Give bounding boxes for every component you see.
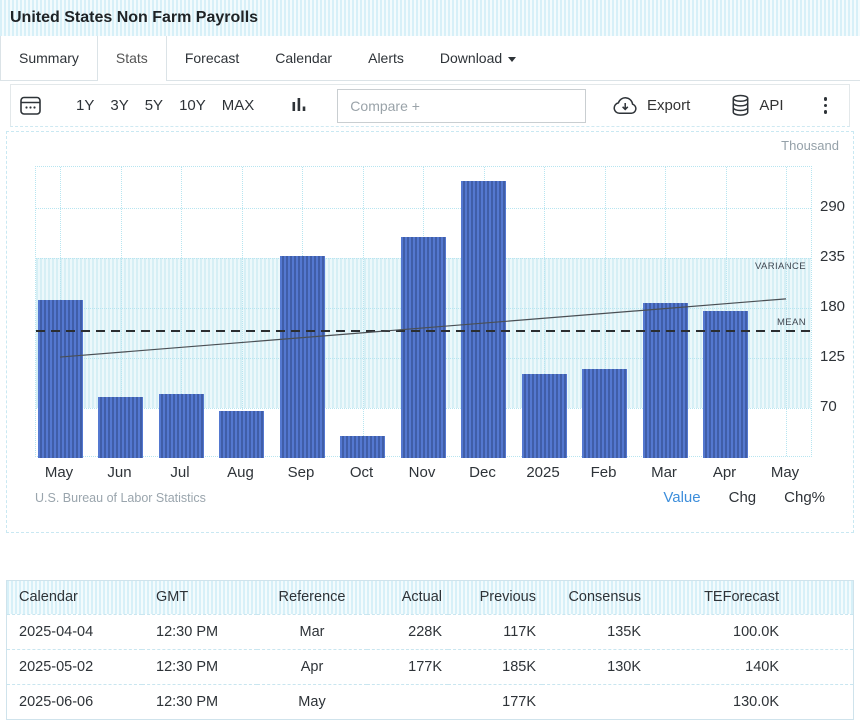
unit-label: Thousand	[781, 138, 839, 153]
calendar-button[interactable]	[19, 94, 42, 117]
table-cell: 130.0K	[647, 684, 853, 719]
table-cell: 177K	[448, 684, 542, 719]
table-header-row: CalendarGMTReferenceActualPreviousConsen…	[7, 581, 853, 614]
table-header-cell: Previous	[448, 581, 542, 614]
chart-plot-area: VARIANCEMEAN	[35, 166, 812, 457]
table-cell: 12:30 PM	[142, 649, 257, 684]
tab-alerts[interactable]: Alerts	[350, 36, 422, 81]
caret-down-icon	[508, 57, 516, 62]
database-icon	[730, 94, 751, 117]
table-cell: 2025-04-04	[7, 614, 142, 649]
table-header-cell: Calendar	[7, 581, 142, 614]
x-axis-label: Dec	[451, 464, 515, 481]
api-label: API	[759, 97, 783, 114]
tab-label: Download	[440, 50, 502, 66]
releases-table-card: CalendarGMTReferenceActualPreviousConsen…	[6, 580, 854, 720]
range-button-5y[interactable]: 5Y	[145, 97, 163, 114]
cloud-download-icon	[612, 96, 639, 115]
table-cell: 228K	[367, 614, 448, 649]
calendar-icon	[19, 94, 42, 117]
table-cell: 140K	[647, 649, 853, 684]
table-cell: 117K	[448, 614, 542, 649]
table-row: 2025-06-0612:30 PMMay 177K 130.0K	[7, 684, 853, 719]
mode-value[interactable]: Value	[663, 489, 700, 506]
chart-footer: U.S. Bureau of Labor Statistics Value Chg…	[35, 489, 825, 506]
table-cell: 130K	[542, 649, 647, 684]
range-button-1y[interactable]: 1Y	[76, 97, 94, 114]
chart-toolbar: 1Y 3Y 5Y 10Y MAX Export API	[10, 84, 850, 127]
table-cell: 100.0K	[647, 614, 853, 649]
api-button[interactable]: API	[730, 94, 783, 117]
mode-chg[interactable]: Chg	[729, 489, 757, 506]
table-cell: Mar	[257, 614, 367, 649]
x-axis-label: Feb	[572, 464, 636, 481]
chart-card: Thousand VARIANCEMEAN 70125180235290MayJ…	[6, 131, 854, 533]
table-cell: May	[257, 684, 367, 719]
page-title: United States Non Farm Payrolls	[0, 0, 860, 36]
table-cell: 185K	[448, 649, 542, 684]
table-header-cell: Reference	[257, 581, 367, 614]
table-cell: 2025-05-02	[7, 649, 142, 684]
tab-forecast[interactable]: Forecast	[167, 36, 257, 81]
x-axis-label: Apr	[693, 464, 757, 481]
x-axis-label: Jun	[88, 464, 152, 481]
x-axis-label: May	[27, 464, 91, 481]
chart-type-button[interactable]	[292, 97, 307, 114]
x-axis-label: Nov	[390, 464, 454, 481]
tab-stats[interactable]: Stats	[97, 36, 167, 81]
x-axis-label: Jul	[148, 464, 212, 481]
kebab-menu-icon	[824, 97, 828, 101]
table-cell: 135K	[542, 614, 647, 649]
x-axis-label: 2025	[511, 464, 575, 481]
tab-bar: Summary Stats Forecast Calendar Alerts Downlo…	[0, 36, 860, 81]
export-button[interactable]: Export	[612, 96, 690, 115]
x-axis-label: Oct	[330, 464, 394, 481]
y-axis-tick: 235	[820, 248, 845, 265]
table-cell: 2025-06-06	[7, 684, 142, 719]
compare-input[interactable]	[337, 89, 586, 123]
range-button-10y[interactable]: 10Y	[179, 97, 206, 114]
x-axis-label: Mar	[632, 464, 696, 481]
table-header-cell: GMT	[142, 581, 257, 614]
releases-table: CalendarGMTReferenceActualPreviousConsen…	[7, 581, 853, 719]
table-row: 2025-05-0212:30 PMApr177K185K130K140K	[7, 649, 853, 684]
y-axis-tick: 180	[820, 298, 845, 315]
tab-label: Calendar	[275, 50, 332, 66]
range-button-max[interactable]: MAX	[222, 97, 255, 114]
table-header-cell: TEForecast	[647, 581, 853, 614]
y-axis-tick: 70	[820, 398, 837, 415]
table-header-cell: Actual	[367, 581, 448, 614]
table-row: 2025-04-0412:30 PMMar228K117K135K100.0K	[7, 614, 853, 649]
table-header-cell: Consensus	[542, 581, 647, 614]
mode-switcher: Value Chg Chg%	[663, 489, 825, 506]
x-axis-label: Sep	[269, 464, 333, 481]
range-button-3y[interactable]: 3Y	[110, 97, 128, 114]
y-axis-tick: 125	[820, 348, 845, 365]
tab-label: Summary	[19, 50, 79, 66]
table-cell: 12:30 PM	[142, 614, 257, 649]
overflow-menu-button[interactable]	[818, 93, 834, 118]
table-cell: 12:30 PM	[142, 684, 257, 719]
tab-label: Forecast	[185, 50, 239, 66]
table-cell: 177K	[367, 649, 448, 684]
tab-download[interactable]: Download	[422, 36, 534, 81]
table-cell	[542, 684, 647, 719]
trend-line	[36, 167, 813, 458]
range-selector: 1Y 3Y 5Y 10Y MAX	[76, 97, 254, 114]
table-cell	[367, 684, 448, 719]
export-label: Export	[647, 97, 690, 114]
tab-summary[interactable]: Summary	[0, 36, 97, 81]
source-label: U.S. Bureau of Labor Statistics	[35, 491, 206, 505]
y-axis-tick: 290	[820, 198, 845, 215]
x-axis-label: Aug	[209, 464, 273, 481]
tab-calendar[interactable]: Calendar	[257, 36, 350, 81]
x-axis-label: May	[753, 464, 817, 481]
table-cell: Apr	[257, 649, 367, 684]
bar-chart-icon	[292, 97, 307, 114]
tab-label: Stats	[116, 50, 148, 66]
mode-chg-pct[interactable]: Chg%	[784, 489, 825, 506]
tab-label: Alerts	[368, 50, 404, 66]
